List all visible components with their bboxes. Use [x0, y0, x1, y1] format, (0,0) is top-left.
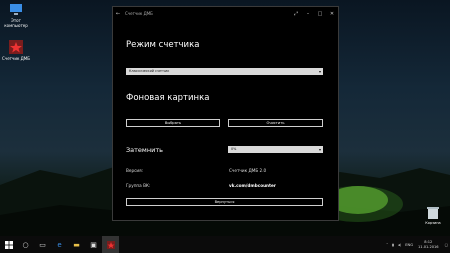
- recycle-bin-icon: [424, 206, 442, 221]
- task-view-icon[interactable]: ▭: [34, 236, 51, 253]
- recycle-bin-label: Корзина: [425, 221, 441, 225]
- army-star-icon: [9, 40, 23, 54]
- edge-icon[interactable]: e: [51, 236, 68, 253]
- store-icon[interactable]: ▣: [85, 236, 102, 253]
- system-tray: ˄ ▮ ◂) ENG 8:12 11.01.2016 ▢: [384, 236, 450, 253]
- close-button[interactable]: ✕: [326, 11, 338, 17]
- language-indicator[interactable]: ENG: [405, 243, 413, 247]
- clock-date: 11.01.2016: [418, 244, 439, 249]
- return-button[interactable]: Вернуться: [126, 198, 323, 206]
- window-title: Счетчик ДМБ: [125, 11, 153, 16]
- chevron-down-icon: ▾: [318, 147, 321, 152]
- search-icon[interactable]: ○: [17, 236, 34, 253]
- maximize-button[interactable]: □: [314, 11, 326, 17]
- chevron-down-icon: ▾: [318, 69, 321, 74]
- counter-mode-value: Классический счетчик: [129, 69, 170, 73]
- clock[interactable]: 8:12 11.01.2016: [418, 240, 439, 250]
- computer-icon: [9, 2, 23, 16]
- network-icon[interactable]: ▮: [392, 243, 394, 247]
- dim-value: 0%: [231, 147, 237, 151]
- version-value: Счетчик ДМБ 2.0: [229, 168, 267, 173]
- counter-mode-heading: Режим счетчика: [126, 40, 200, 50]
- dim-select[interactable]: 0% ▾: [228, 146, 323, 153]
- vk-group-link[interactable]: vk.com/dmbcounter: [229, 183, 276, 188]
- vk-group-label: Группа ВК:: [126, 183, 151, 188]
- recycle-bin[interactable]: Корзина: [424, 206, 442, 225]
- choose-image-button[interactable]: Выбрать: [126, 119, 220, 127]
- taskbar: ○ ▭ e ▬ ▣ ˄ ▮ ◂) ENG 8:12 11.01.2016 ▢: [0, 236, 450, 253]
- volume-icon[interactable]: ◂): [398, 243, 401, 247]
- chevron-up-icon[interactable]: ˄: [386, 243, 388, 247]
- folder-icon[interactable]: ▬: [68, 236, 85, 253]
- desktop-icon-dmb-counter[interactable]: Счетчик ДМБ: [2, 40, 30, 61]
- fullscreen-icon[interactable]: ⤢: [290, 11, 302, 17]
- app-icon[interactable]: [102, 236, 119, 253]
- notifications-icon[interactable]: ▢: [445, 243, 448, 247]
- desktop-icon-this-pc[interactable]: Этот компьютер: [2, 2, 30, 28]
- version-label: Версия:: [126, 168, 144, 173]
- title-bar: ← Счетчик ДМБ ⤢ – □ ✕: [113, 7, 338, 20]
- desktop-icon-label: Этот компьютер: [4, 18, 28, 28]
- windows-logo-icon[interactable]: [0, 236, 17, 253]
- app-window: ← Счетчик ДМБ ⤢ – □ ✕ Режим счетчика Кла…: [112, 6, 339, 221]
- dim-label: Затемнить: [126, 146, 163, 154]
- back-arrow-icon[interactable]: ←: [113, 11, 123, 17]
- minimize-button[interactable]: –: [302, 11, 314, 17]
- clear-image-button[interactable]: Очистить: [228, 119, 323, 127]
- counter-mode-select[interactable]: Классический счетчик ▾: [126, 68, 323, 75]
- desktop-icon-label: Счетчик ДМБ: [2, 56, 30, 61]
- background-heading: Фоновая картинка: [126, 93, 210, 103]
